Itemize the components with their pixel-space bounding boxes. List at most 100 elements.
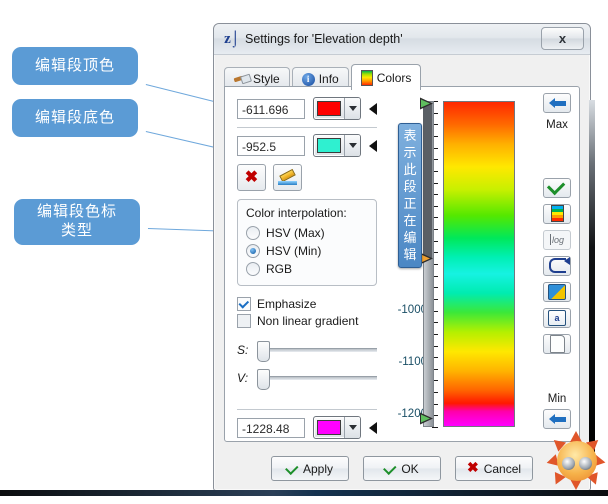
saturation-slider-label: S: (237, 343, 249, 357)
cancel-button[interactable]: ✖ Cancel (455, 456, 533, 481)
window-bottom-edge (0, 490, 608, 496)
segment-marker-top[interactable] (420, 97, 435, 111)
radio-rgb-label: RGB (266, 262, 293, 276)
radio-rgb[interactable]: RGB (246, 260, 368, 278)
tooltip-char: 此 (403, 162, 417, 177)
radio-hsv-max-label: HSV (Max) (266, 226, 325, 240)
jump-to-max-button[interactable] (543, 93, 571, 114)
tooltip-char: 辑 (403, 247, 417, 262)
emoji-face (557, 441, 597, 481)
tooltip-char: 段 (403, 179, 417, 194)
segment-editor-panel: -611.696 -952.5 ✖ Color interpolation: H… (237, 97, 377, 439)
max-label: Max (546, 119, 568, 132)
green-check-icon (285, 461, 299, 475)
colorbar-preset-button[interactable] (543, 203, 571, 224)
selected-segment-band (423, 104, 432, 260)
value-slider-track[interactable] (257, 369, 377, 390)
radio-rgb-indicator (246, 262, 260, 276)
tab-style-label: Style (253, 72, 280, 86)
checkbox-emphasize-box (237, 296, 251, 311)
colors-tab-panel: -611.696 -952.5 ✖ Color interpolation: H… (224, 86, 580, 442)
label-settings-button[interactable]: a (543, 308, 571, 329)
ok-button[interactable]: OK (363, 456, 441, 481)
loop-arrow-icon (548, 257, 570, 274)
apply-button[interactable]: Apply (271, 456, 349, 481)
chevron-down-icon (348, 425, 357, 430)
bottom-color-pointer-icon (369, 139, 377, 152)
blue-left-arrow-icon (548, 97, 566, 109)
apply-colors-button[interactable] (543, 177, 571, 198)
green-check-icon (383, 461, 397, 475)
log-scale-button[interactable]: log (543, 229, 571, 250)
editing-segment-tooltip: 表示此段正在编辑 (398, 123, 422, 268)
abc-icon: a (548, 310, 566, 327)
tooltip-char: 示 (403, 145, 417, 160)
chevron-down-icon (348, 143, 357, 148)
checkbox-emphasize-label: Emphasize (257, 296, 317, 311)
bottom-value-row: -952.5 (237, 134, 377, 157)
green-check-icon (546, 177, 565, 196)
top-value-row: -611.696 (237, 97, 377, 120)
edit-palette-button[interactable] (543, 281, 571, 303)
saturation-slider-row: S: (237, 341, 377, 362)
red-x-icon: ✖ (466, 460, 479, 476)
radio-hsv-min-label: HSV (Min) (266, 244, 322, 258)
dialog-titlebar[interactable]: z⌡ Settings for 'Elevation depth' x (214, 24, 590, 55)
divider-2 (237, 409, 377, 410)
delete-segment-button[interactable]: ✖ (237, 164, 266, 191)
segment-marker-bottom[interactable] (420, 412, 435, 425)
saturation-slider-track[interactable] (257, 341, 377, 362)
pencil-icon (278, 170, 297, 185)
tooltip-char: 正 (403, 196, 417, 211)
top-color-dropdown-arrow[interactable] (344, 98, 360, 119)
annotation-line-1: 编辑段色标 (36, 203, 117, 221)
close-button[interactable]: x (541, 27, 584, 50)
min-label: Min (547, 393, 567, 405)
segment-gutter[interactable] (420, 97, 435, 427)
saturation-slider-thumb[interactable] (257, 341, 270, 362)
dialog-button-bar: Apply OK ✖ Cancel (214, 456, 590, 481)
checkbox-emphasize[interactable]: Emphasize (237, 295, 377, 312)
value-slider-thumb[interactable] (257, 369, 270, 390)
annotation-top-color: 编辑段顶色 (12, 47, 138, 85)
min-color-dropdown-arrow[interactable] (344, 417, 360, 438)
radio-hsv-min[interactable]: HSV (Min) (246, 242, 368, 260)
annotation-bottom-color: 编辑段底色 (12, 99, 138, 137)
bottom-color-button[interactable] (312, 134, 361, 157)
ok-button-label: OK (401, 461, 419, 476)
color-interpolation-label: Color interpolation: (246, 206, 347, 220)
top-color-pointer-icon (369, 102, 377, 115)
emoji-sticker (545, 431, 607, 490)
checkbox-non-linear-gradient[interactable]: Non linear gradient (237, 312, 377, 329)
tooltip-char: 表 (403, 128, 417, 143)
color-gradient-preview[interactable] (443, 101, 515, 427)
bottom-value-input[interactable]: -952.5 (237, 135, 305, 156)
top-value-input[interactable]: -611.696 (237, 98, 305, 119)
min-value-input[interactable]: -1228.48 (237, 417, 305, 438)
scale-toolbar: Max log a Min (540, 93, 574, 435)
new-palette-button[interactable] (543, 334, 571, 355)
top-color-button[interactable] (312, 97, 361, 120)
bottom-color-dropdown-arrow[interactable] (344, 135, 360, 156)
radio-hsv-min-indicator (246, 244, 260, 258)
jump-to-min-button[interactable] (543, 409, 571, 430)
color-scale-area: -1000 -1100 -1200 表示此段正在编辑 (385, 95, 515, 433)
segment-marker-middle[interactable] (420, 252, 435, 266)
min-value-row: -1228.48 (237, 416, 377, 439)
checkbox-non-linear-gradient-box (237, 313, 251, 328)
edit-segment-button[interactable] (273, 164, 302, 191)
colorbar-icon (360, 69, 373, 86)
bottom-color-swatch (316, 138, 342, 153)
radio-hsv-max[interactable]: HSV (Max) (246, 224, 368, 242)
tab-colors[interactable]: Colors (350, 64, 422, 90)
annotation-line-2: 类型 (60, 222, 93, 239)
annotation-bottom-color-label: 编辑段底色 (34, 108, 115, 126)
red-x-icon: ✖ (244, 168, 259, 186)
min-color-button[interactable] (312, 416, 361, 439)
checkbox-non-linear-gradient-label: Non linear gradient (257, 313, 359, 328)
cancel-button-label: Cancel (483, 461, 522, 476)
tooltip-char: 编 (403, 230, 417, 245)
annotation-colorbar-type-label: 编辑段色标 类型 (37, 203, 117, 241)
reverse-button[interactable] (543, 255, 571, 276)
brush-icon (234, 74, 249, 85)
